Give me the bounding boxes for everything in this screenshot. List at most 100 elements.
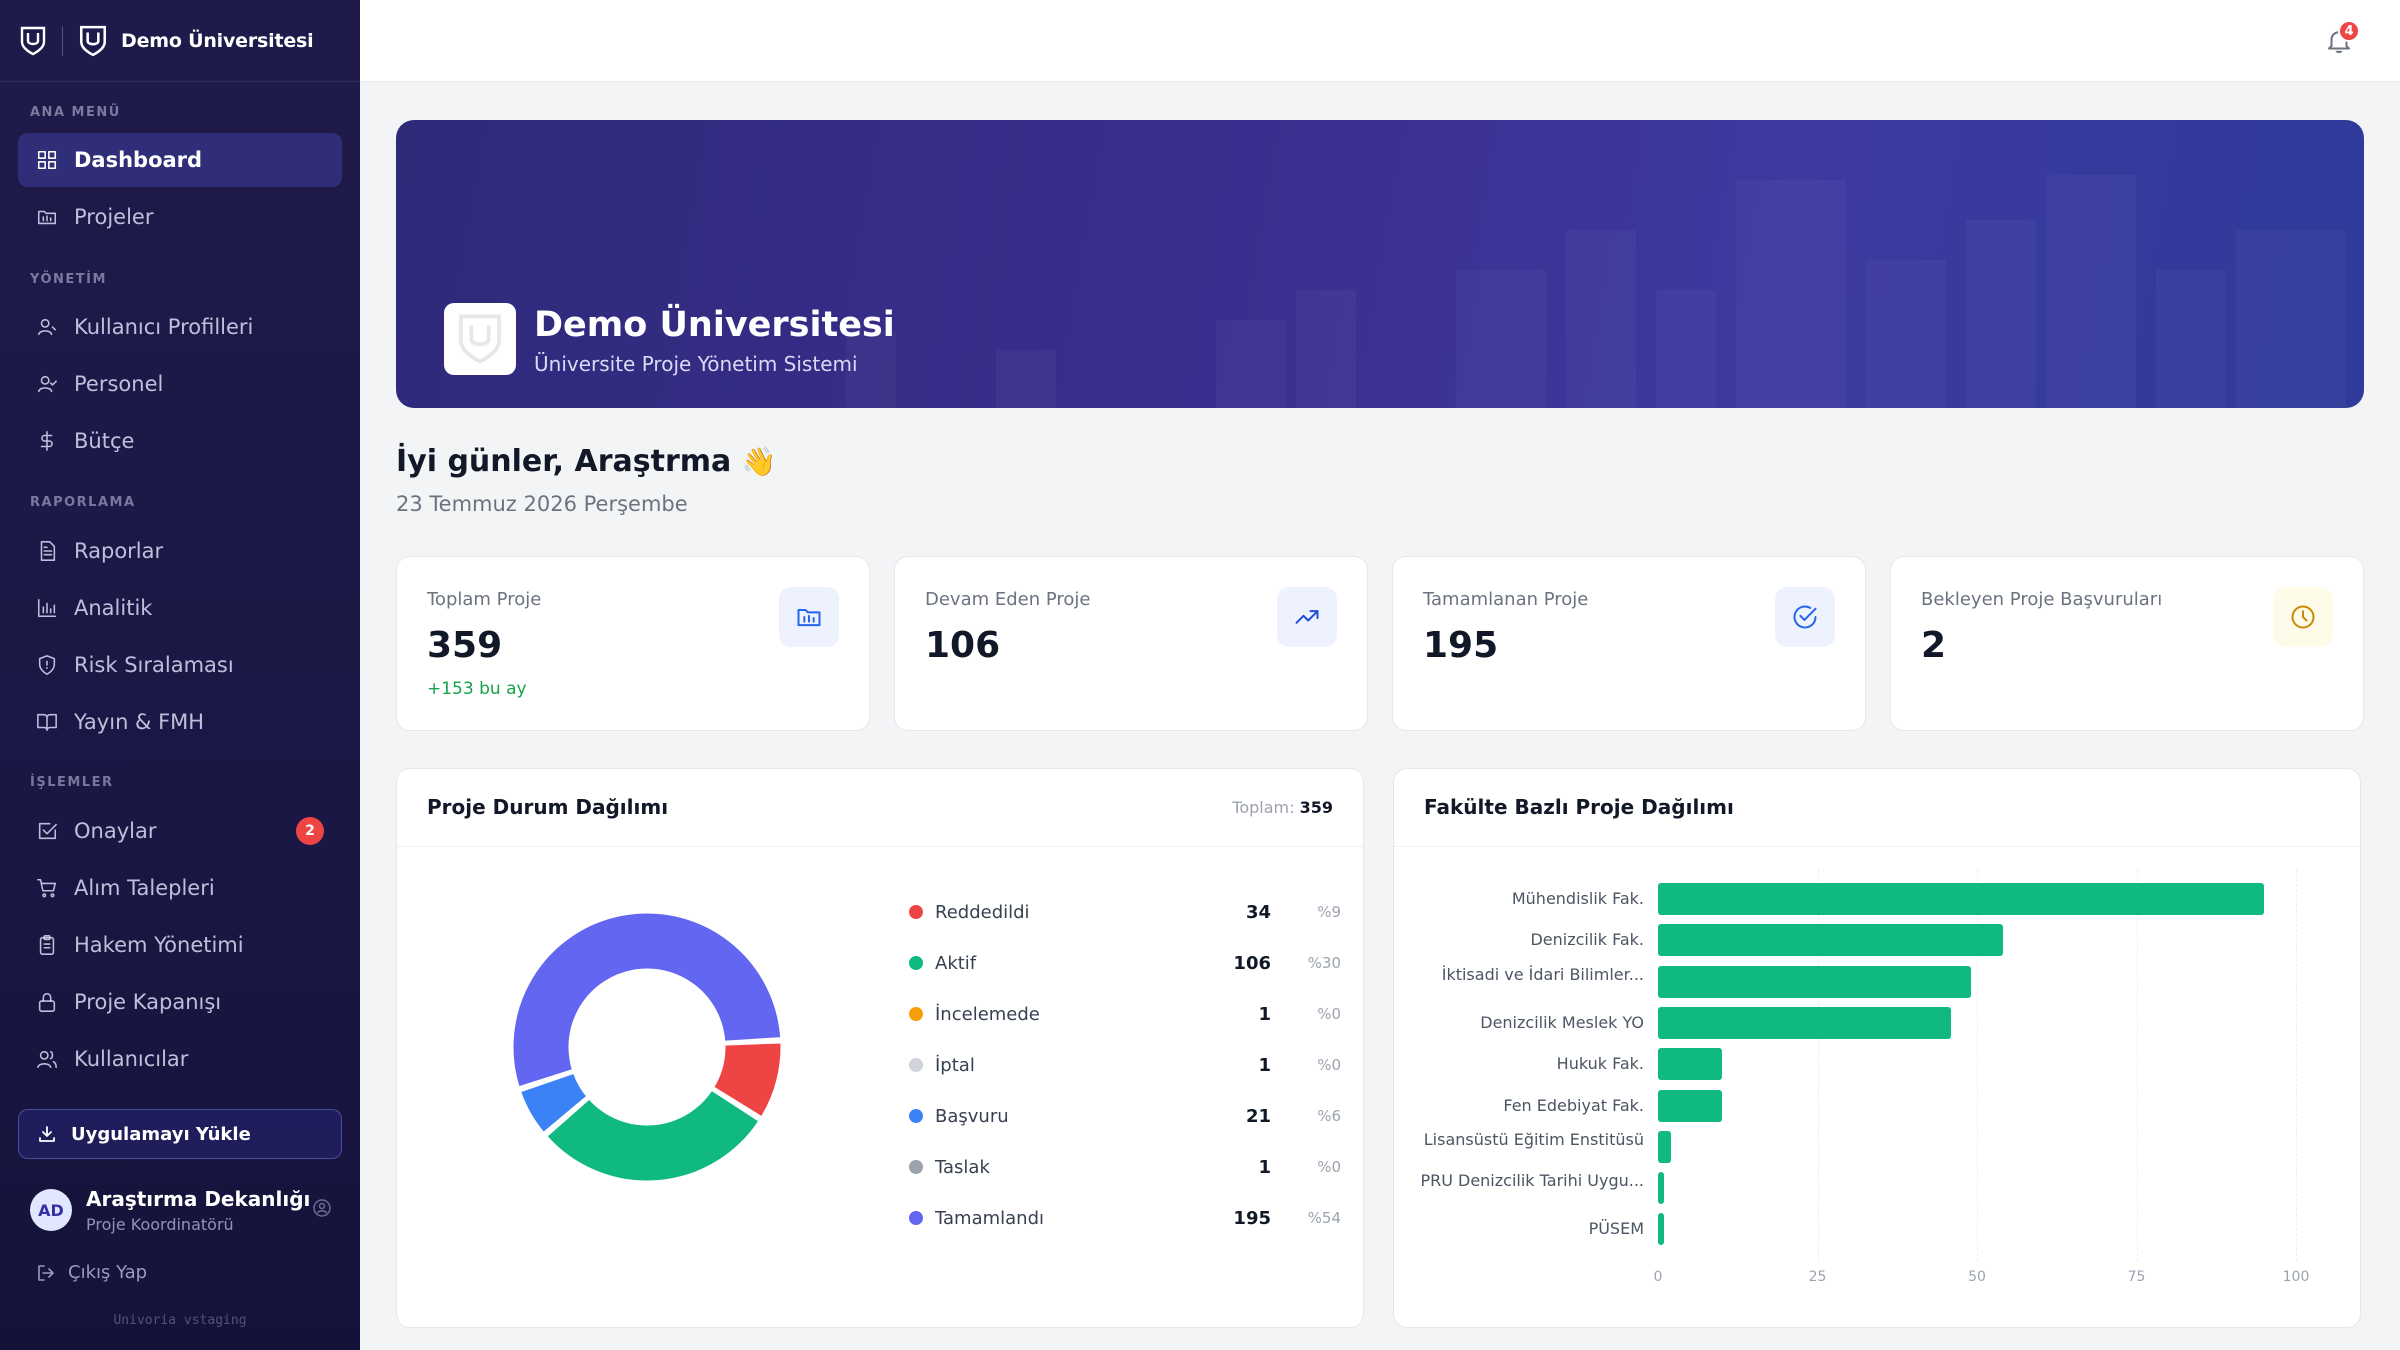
sidebar-item-alim-talepleri[interactable]: Alım Talepleri [18, 861, 342, 915]
folder-icon [797, 609, 821, 627]
sidebar-item-butce[interactable]: Bütçe [18, 414, 342, 468]
sidebar-item-raporlar[interactable]: Raporlar [18, 524, 342, 578]
sidebar-item-label: Onaylar [74, 819, 157, 843]
legend-label: Başvuru [935, 1105, 1009, 1127]
sidebar-item-yayin-fmh[interactable]: Yayın & FMH [18, 695, 342, 749]
legend-label: İptal [935, 1054, 975, 1076]
legend-count: 195 [1233, 1207, 1271, 1229]
stat-label: Bekleyen Proje Başvuruları [1921, 589, 2163, 610]
wave-emoji: 👋 [741, 445, 777, 478]
sidebar-item-label: Yayın & FMH [74, 710, 205, 734]
legend-item[interactable]: Başvuru 21 %6 [909, 1101, 1341, 1131]
sidebar-item-proje-kapanisi[interactable]: Proje Kapanışı [18, 975, 342, 1029]
logout-label: Çıkış Yap [68, 1262, 148, 1283]
faculty-bar[interactable] [1658, 1172, 1665, 1205]
legend-item[interactable]: Tamamlandı 195 %54 [909, 1203, 1341, 1233]
clipboard-icon [39, 935, 55, 955]
legend-percent: %30 [1307, 954, 1341, 972]
faculty-distribution-panel: Fakülte Bazlı Proje Dağılımı 0 25 50 75 100 M… [1393, 768, 2361, 1328]
legend-count: 1 [1258, 1003, 1271, 1025]
bar-category-label: Lisansüstü Eğitim Enstitüsü [1423, 1129, 1644, 1149]
panel-header: Fakülte Bazlı Proje Dağılımı [1394, 769, 2360, 847]
bar-category-label: PÜSEM [1588, 1219, 1644, 1239]
legend-label: Aktif [935, 952, 977, 974]
section-label-main: ANA MENÜ [30, 105, 121, 120]
legend-color-dot [909, 1160, 923, 1174]
faculty-bar[interactable] [1658, 965, 1971, 998]
stat-value: 195 [1423, 625, 1499, 666]
stat-icon-box [1775, 587, 1835, 647]
sidebar-item-onaylar[interactable]: Onaylar 2 [18, 804, 342, 858]
stat-label: Toplam Proje [427, 589, 542, 610]
legend-color-dot [909, 956, 923, 970]
pending-applications-card[interactable]: Bekleyen Proje Başvuruları 2 [1890, 556, 2364, 731]
legend-count: 106 [1233, 952, 1271, 974]
shield-icon [38, 655, 56, 675]
university-logo-icon[interactable] [20, 26, 46, 56]
sidebar-item-label: Hakem Yönetimi [74, 933, 244, 957]
stat-icon-box [779, 587, 839, 647]
staff-icon [37, 375, 57, 393]
sidebar-item-hakem-yonetimi[interactable]: Hakem Yönetimi [18, 918, 342, 972]
hero-subtitle: Üniversite Proje Yönetim Sistemi [534, 352, 858, 376]
legend-item[interactable]: Aktif 106 %30 [909, 948, 1341, 978]
bar-category-label: Fen Edebiyat Fak. [1503, 1095, 1644, 1115]
legend-percent: %6 [1317, 1107, 1341, 1125]
sidebar-item-label: Alım Talepleri [74, 876, 215, 900]
section-label-reports: RAPORLAMA [30, 495, 136, 510]
sidebar-item-label: Risk Sıralaması [74, 653, 234, 677]
hero-logo [444, 303, 516, 375]
legend-count: 1 [1258, 1054, 1271, 1076]
total-value: 359 [1299, 798, 1333, 817]
legend-item[interactable]: Taslak 1 %0 [909, 1152, 1341, 1182]
folder-icon [37, 210, 57, 225]
grid-line [2136, 869, 2138, 1261]
sidebar-item-kullanici-profilleri[interactable]: Kullanıcı Profilleri [18, 300, 342, 354]
faculty-bar[interactable] [1658, 883, 2265, 915]
completed-projects-card[interactable]: Tamamlanan Proje 195 [1392, 556, 1866, 731]
legend-item[interactable]: İptal 1 %0 [909, 1050, 1341, 1080]
panel-title: Fakülte Bazlı Proje Dağılımı [1424, 795, 1734, 819]
install-app-button[interactable]: Uygulamayı Yükle [18, 1109, 342, 1159]
faculty-bar[interactable] [1658, 1048, 1722, 1081]
user-settings-icon[interactable] [312, 1198, 332, 1218]
ongoing-projects-card[interactable]: Devam Eden Proje 106 [894, 556, 1368, 731]
user-name: Araştırma Dekanlığı [86, 1186, 311, 1211]
faculty-bar[interactable] [1658, 1130, 1671, 1163]
legend-color-dot [909, 905, 923, 919]
faculty-bar[interactable] [1658, 1089, 1722, 1122]
sidebar-item-label: Kullanıcılar [74, 1047, 189, 1071]
university-logo-icon [79, 25, 107, 56]
hero-banner: Demo Üniversitesi Üniversite Proje Yönet… [396, 120, 2364, 408]
legend-percent: %9 [1317, 903, 1341, 921]
sidebar-item-label: Bütçe [74, 429, 135, 453]
dollar-icon [40, 431, 53, 451]
sidebar-item-kullanicilar[interactable]: Kullanıcılar [18, 1032, 342, 1086]
sidebar-item-projeler[interactable]: Projeler [18, 190, 342, 244]
download-icon [39, 1126, 55, 1142]
stat-value: 106 [925, 625, 1001, 666]
hero-title: Demo Üniversitesi [534, 305, 895, 345]
legend-label: Taslak [935, 1156, 990, 1178]
sidebar-item-dashboard[interactable]: Dashboard [18, 133, 342, 187]
sidebar-item-label: Projeler [74, 205, 154, 229]
legend-item[interactable]: İncelemede 1 %0 [909, 999, 1341, 1029]
legend-count: 21 [1245, 1105, 1271, 1127]
user-profile-card[interactable]: AD Araştırma Dekanlığı Proje Koordinatör… [30, 1182, 342, 1238]
legend-color-dot [909, 1109, 923, 1123]
sidebar: Demo Üniversitesi ANA MENÜ YÖNETİM RAPOR… [0, 0, 360, 1350]
faculty-bar[interactable] [1658, 1213, 1665, 1246]
sidebar-item-risk-siralamasi[interactable]: Risk Sıralaması [18, 638, 342, 692]
panel-total: Toplam: 359 [1232, 798, 1333, 817]
legend-percent: %54 [1307, 1209, 1341, 1227]
topbar: 4 [360, 0, 2400, 82]
trending-up-icon [1295, 610, 1319, 624]
faculty-bar[interactable] [1658, 1006, 1952, 1039]
legend-item[interactable]: Reddedildi 34 %9 [909, 897, 1341, 927]
sidebar-item-analitik[interactable]: Analitik [18, 581, 342, 635]
logout-button[interactable]: Çıkış Yap [36, 1262, 147, 1283]
total-projects-card[interactable]: Toplam Proje 359 +153 bu ay [396, 556, 870, 731]
sidebar-item-personel[interactable]: Personel [18, 357, 342, 411]
legend-color-dot [909, 1211, 923, 1225]
faculty-bar[interactable] [1658, 924, 2003, 957]
